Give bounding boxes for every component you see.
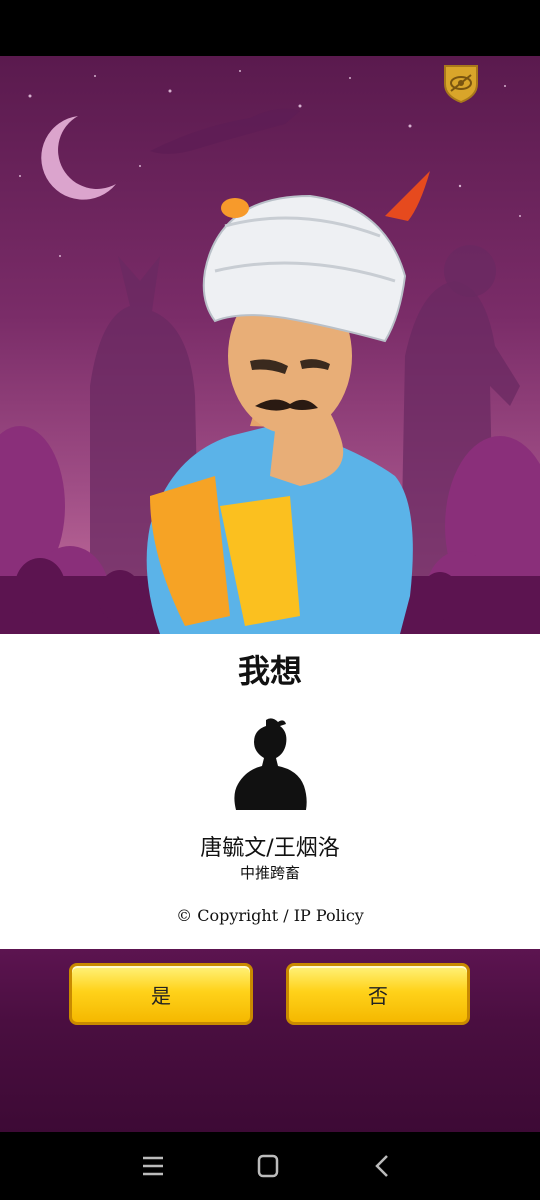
character-description: 中推跨畜 xyxy=(239,864,300,882)
home-icon[interactable] xyxy=(250,1150,286,1182)
yes-button[interactable]: 是 xyxy=(69,963,253,1025)
guess-heading: 我想 xyxy=(237,652,302,690)
result-card: 我想 唐毓文/王烟洛 中推跨畜 © Copyright / IP Policy xyxy=(0,634,540,949)
no-button[interactable]: 否 xyxy=(286,963,470,1025)
answer-area: 是 否 xyxy=(0,949,540,1132)
genie-scene xyxy=(0,56,540,634)
character-silhouette xyxy=(234,718,307,810)
back-icon[interactable] xyxy=(365,1150,401,1182)
status-bar xyxy=(0,0,540,56)
recent-apps-icon[interactable] xyxy=(135,1150,171,1182)
navigation-bar xyxy=(0,1132,540,1200)
genie-illustration xyxy=(0,70,540,634)
character-name: 唐毓文/王烟洛 xyxy=(200,836,340,861)
copyright-link[interactable]: © Copyright / IP Policy xyxy=(0,906,540,925)
privacy-shield-icon[interactable] xyxy=(441,62,481,104)
